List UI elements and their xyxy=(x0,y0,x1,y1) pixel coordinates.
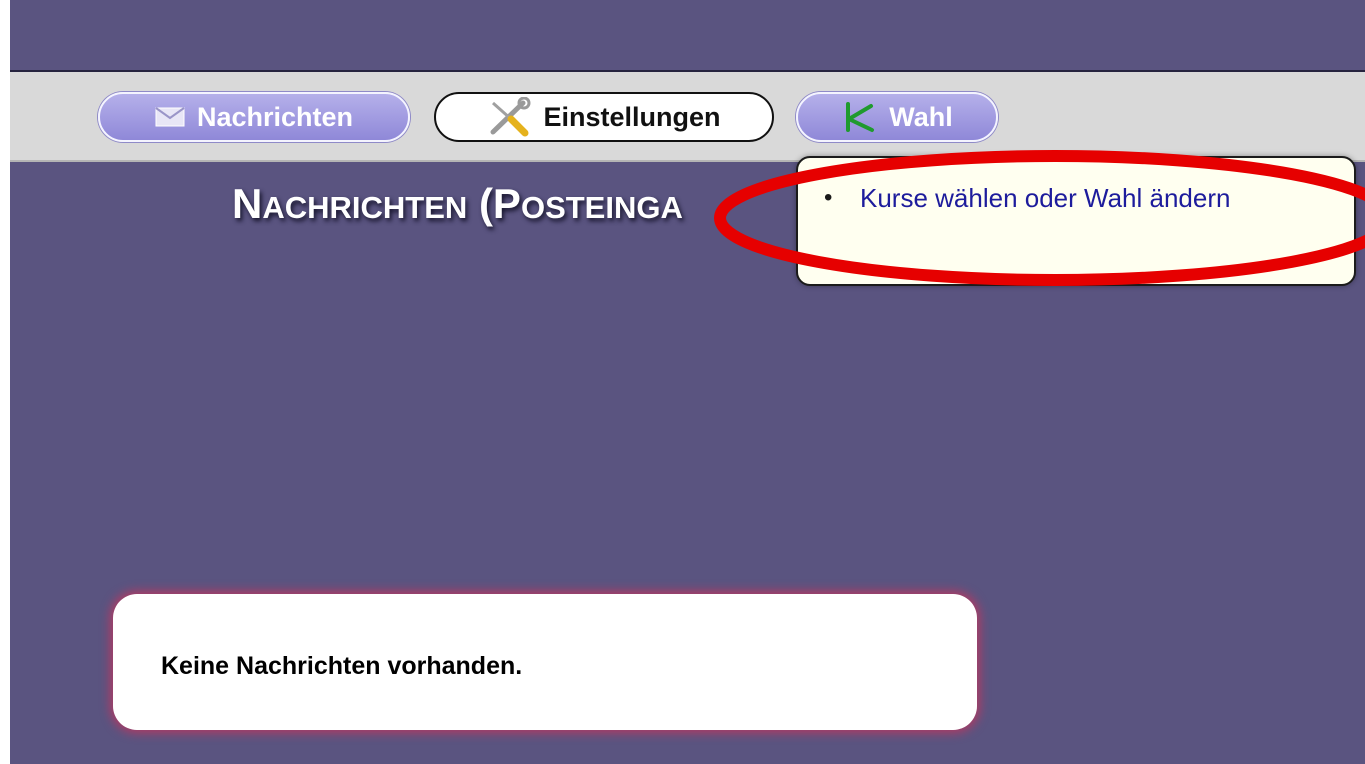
empty-inbox-message: Keine Nachrichten vorhanden. xyxy=(161,652,523,680)
kurse-waehlen-link[interactable]: Kurse wählen oder Wahl ändern xyxy=(860,178,1230,218)
main-navigation: Nachrichten Einstellungen Wahl xyxy=(10,72,1365,162)
bullet-icon: • xyxy=(824,184,833,211)
k-logo-icon xyxy=(841,101,877,133)
left-edge-strip xyxy=(0,0,10,764)
nachrichten-button[interactable]: Nachrichten xyxy=(98,92,410,142)
tools-icon xyxy=(487,97,531,137)
title-part: OSTEINGA xyxy=(520,190,683,225)
envelope-icon xyxy=(155,107,185,127)
wahl-label: Wahl xyxy=(889,101,953,132)
dropdown-item: • Kurse wählen oder Wahl ändern xyxy=(824,178,1244,218)
page-title: NACHRICHTEN (POSTEINGA xyxy=(232,180,683,228)
wahl-dropdown-menu: • Kurse wählen oder Wahl ändern xyxy=(796,156,1356,286)
einstellungen-button[interactable]: Einstellungen xyxy=(434,92,774,142)
top-bar xyxy=(10,0,1365,72)
message-box: Keine Nachrichten vorhanden. xyxy=(113,594,977,730)
einstellungen-label: Einstellungen xyxy=(543,101,721,132)
wahl-button[interactable]: Wahl xyxy=(796,92,998,142)
nachrichten-label: Nachrichten xyxy=(196,101,354,132)
title-part: (P xyxy=(467,180,521,227)
title-part: N xyxy=(232,180,263,227)
title-part: ACHRICHTEN xyxy=(262,190,468,225)
